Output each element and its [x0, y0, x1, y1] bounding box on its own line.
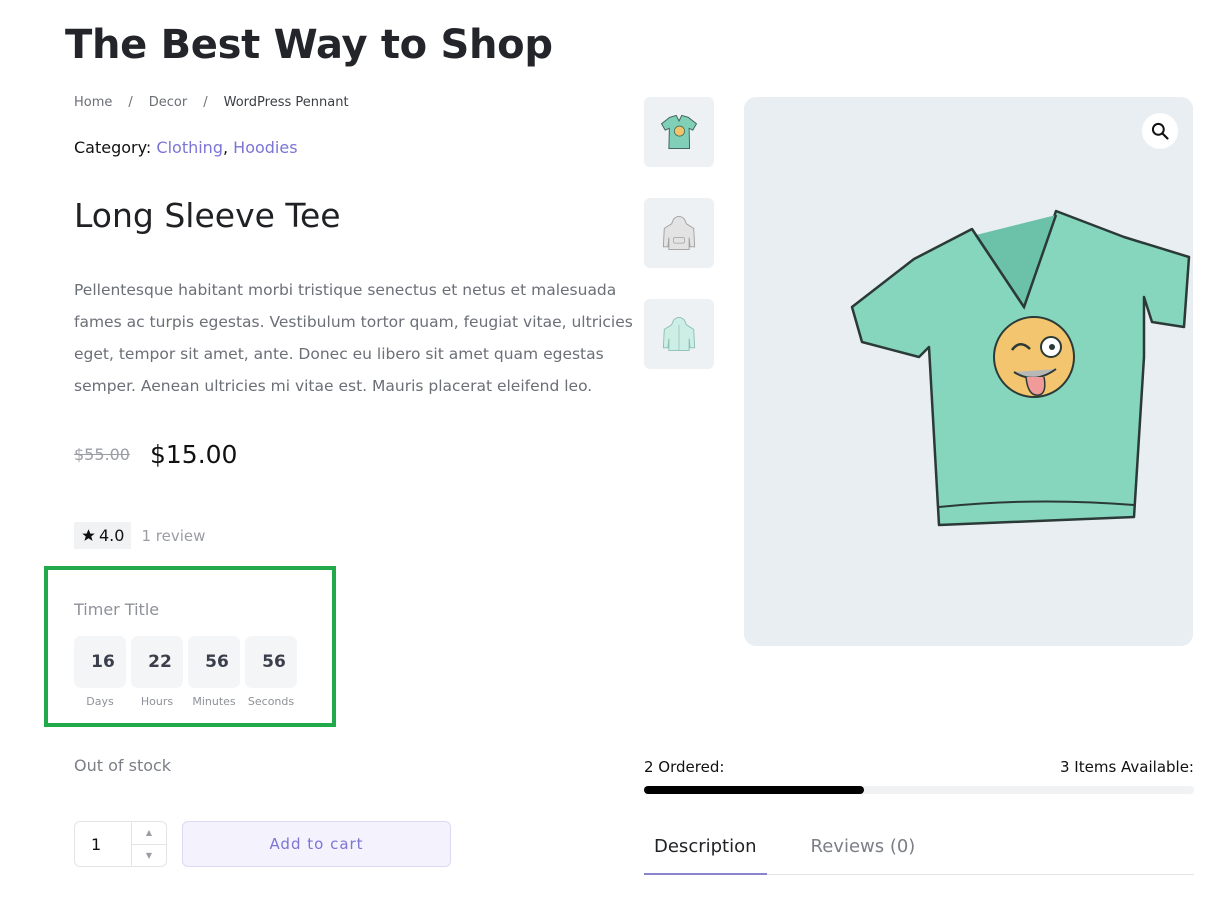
stock-progress-labels: 2 Ordered: 3 Items Available: — [644, 758, 1194, 776]
hoodie-icon — [662, 215, 696, 251]
timer-seconds-value: 56 — [245, 636, 297, 688]
breadcrumb-decor[interactable]: Decor — [149, 95, 187, 110]
stock-status: Out of stock — [74, 756, 172, 775]
timer-minutes: 56 Minutes — [188, 636, 240, 708]
category-separator: , — [222, 138, 229, 157]
timer-minutes-label: Minutes — [192, 695, 236, 708]
product-title: Long Sleeve Tee — [74, 196, 341, 235]
caret-down-icon[interactable]: ▼ — [132, 845, 166, 867]
hoodie-zip-thumbnail[interactable] — [644, 299, 714, 369]
product-rating: 4.0 1 review — [74, 522, 205, 549]
countdown-timer: 16 Days 22 Hours 56 Minutes 56 Seconds — [74, 636, 297, 708]
timer-hours-value: 22 — [131, 636, 183, 688]
timer-seconds-label: Seconds — [247, 695, 295, 708]
caret-up-icon[interactable]: ▲ — [132, 822, 166, 845]
timer-hours-label: Hours — [140, 695, 174, 708]
product-description: Pellentesque habitant morbi tristique se… — [74, 281, 633, 395]
breadcrumb-home[interactable]: Home — [74, 95, 112, 110]
timer-days-label: Days — [86, 695, 114, 708]
sale-price: $15.00 — [149, 440, 238, 469]
product-category: Category: Clothing, Hoodies — [74, 138, 298, 157]
add-to-cart-button[interactable]: Add to cart — [182, 821, 451, 867]
timer-seconds: 56 Seconds — [245, 636, 297, 708]
timer-hours: 22 Hours — [131, 636, 183, 708]
stock-progress-fill — [644, 786, 864, 794]
magnifier-icon — [1151, 122, 1169, 140]
site-title: The Best Way to Shop — [65, 22, 553, 68]
gallery-thumbnails — [644, 97, 714, 369]
tshirt-thumbnail[interactable] — [644, 97, 714, 167]
category-link-hoodies[interactable]: Hoodies — [233, 138, 297, 157]
main-product-image[interactable] — [744, 97, 1193, 646]
breadcrumb-current: WordPress Pennant — [223, 95, 349, 110]
ordered-count: 2 Ordered: — [644, 758, 725, 776]
available-count: 3 Items Available: — [1060, 758, 1194, 776]
timer-days: 16 Days — [74, 636, 126, 708]
breadcrumb-separator: / — [203, 95, 208, 110]
star-icon — [82, 529, 95, 541]
category-link-clothing[interactable]: Clothing — [156, 138, 223, 157]
tshirt-icon — [660, 114, 698, 150]
product-tabs: Description Reviews (0) — [644, 830, 1194, 875]
breadcrumb: Home / Decor / WordPress Pennant — [74, 95, 349, 110]
quantity-input[interactable]: 1 — [75, 822, 131, 866]
tab-reviews[interactable]: Reviews (0) — [801, 830, 926, 875]
review-count-link[interactable]: 1 review — [141, 527, 205, 545]
timer-title: Timer Title — [74, 600, 160, 619]
stock-progress-bar — [644, 786, 1194, 794]
quantity-stepper[interactable]: 1 ▲ ▼ — [74, 821, 167, 867]
product-price: $55.00 $15.00 — [74, 440, 237, 469]
rating-value: 4.0 — [99, 526, 125, 545]
hoodie-gray-thumbnail[interactable] — [644, 198, 714, 268]
zip-hoodie-icon — [662, 316, 696, 352]
quantity-spinner: ▲ ▼ — [131, 822, 166, 866]
regular-price: $55.00 — [74, 445, 130, 464]
timer-minutes-value: 56 — [188, 636, 240, 688]
tab-description[interactable]: Description — [644, 830, 767, 875]
tshirt-illustration — [850, 209, 1191, 527]
breadcrumb-separator: / — [128, 95, 133, 110]
zoom-button[interactable] — [1142, 113, 1178, 149]
timer-days-value: 16 — [74, 636, 126, 688]
rating-badge: 4.0 — [74, 522, 132, 549]
category-label: Category: — [74, 138, 152, 157]
